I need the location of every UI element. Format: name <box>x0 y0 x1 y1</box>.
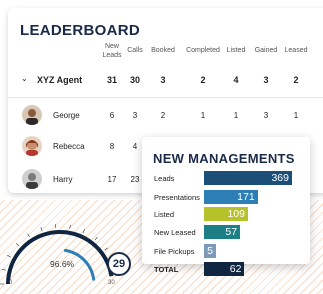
column-header-listed: Listed <box>226 47 246 54</box>
agent-listed: 4 <box>233 75 239 85</box>
gauge-tick <box>27 233 30 238</box>
gauge-tick <box>40 227 43 232</box>
column-header-completed: Completed <box>186 47 220 54</box>
leaderboard-title: LEADERBOARD <box>20 22 140 39</box>
new-managements-card: NEW MANAGEMENTS Leads 369 Presentations 171… <box>142 137 310 276</box>
avatar <box>22 105 42 125</box>
agent-calls: 30 <box>129 75 140 85</box>
gauge-tick <box>7 255 11 258</box>
agent-leased: 2 <box>293 75 299 85</box>
metric-label: New Leased <box>154 228 196 237</box>
gauge-tick <box>94 236 98 241</box>
new-managements-title: NEW MANAGEMENTS <box>153 151 295 166</box>
gauge-tick <box>1 268 6 271</box>
agent-row[interactable]: ⌄ XYZ Agent 31 30 3 2 4 3 2 <box>8 63 323 98</box>
cell-new-leads: 6 <box>109 111 115 120</box>
gauge-badge: 29 <box>107 252 131 276</box>
metric-bar: 171 <box>204 190 258 204</box>
metric-label: TOTAL <box>154 265 179 274</box>
cell-calls: 3 <box>132 111 138 120</box>
gauge-tick <box>104 247 108 251</box>
metric-bar: 57 <box>204 225 241 239</box>
agent-name: XYZ Agent <box>37 75 83 85</box>
cell-listed: 1 <box>233 111 239 120</box>
person-name: George <box>53 111 80 120</box>
cell-gained: 3 <box>263 111 269 120</box>
metric-bar: 5 <box>204 244 216 258</box>
metric-label: File Pickups <box>154 247 195 256</box>
gauge-tick <box>82 229 85 234</box>
chevron-down-icon[interactable]: ⌄ <box>21 74 28 83</box>
column-header-calls: Calls <box>127 47 143 54</box>
metric-label: Listed <box>154 210 175 219</box>
column-header-new-leads: New Leads <box>102 43 122 59</box>
metric-bar: 369 <box>204 171 292 185</box>
person-name: Rebecca <box>53 142 85 151</box>
column-header-booked: Booked <box>151 47 175 54</box>
gauge-tick <box>69 224 71 229</box>
gauge-value: 96.6% <box>50 259 75 269</box>
gauge-max-label: 30 <box>108 280 115 286</box>
agent-completed: 2 <box>200 75 206 85</box>
metric-label: Presentations <box>154 193 200 202</box>
metric-bar: 109 <box>204 207 248 221</box>
cell-completed: 1 <box>200 111 206 120</box>
metric-label: Leads <box>154 174 175 183</box>
cell-leased: 1 <box>293 111 299 120</box>
column-header-leased: Leased <box>284 47 308 54</box>
gauge-track <box>6 230 114 285</box>
gauge-tick <box>15 242 20 247</box>
cell-new-leads: 17 <box>107 175 117 184</box>
table-row[interactable]: George 6 3 2 1 1 3 1 <box>8 98 323 132</box>
metric-bar: 62 <box>204 262 245 276</box>
agent-booked: 3 <box>160 75 166 85</box>
avatar <box>22 136 42 156</box>
cell-new-leads: 8 <box>109 142 115 151</box>
agent-new-leads: 31 <box>106 75 117 85</box>
gauge-min-label: 0 <box>9 280 13 286</box>
cell-booked: 2 <box>160 111 166 120</box>
avatar <box>22 169 42 189</box>
agent-gained: 3 <box>263 75 269 85</box>
person-name: Harry <box>53 175 73 184</box>
column-header-gained: Gained <box>254 47 278 54</box>
